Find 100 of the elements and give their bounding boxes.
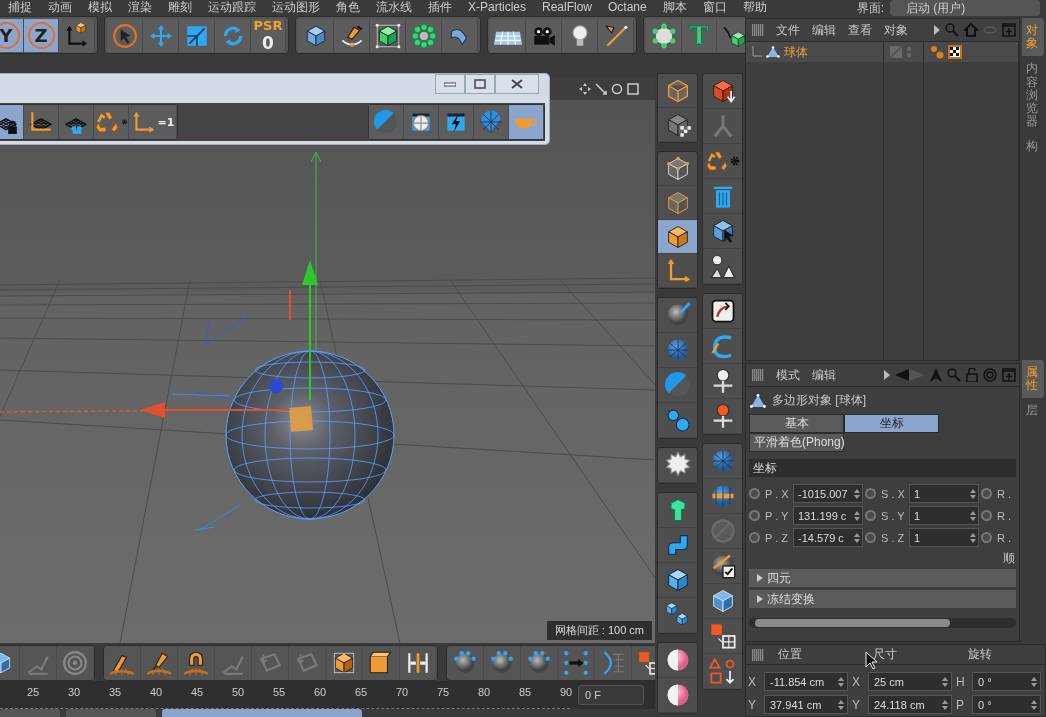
keyframe-radio[interactable] <box>749 488 760 499</box>
recycle-icon[interactable] <box>704 149 729 173</box>
keyframe-radio[interactable] <box>865 532 876 543</box>
menu-item[interactable]: 帮助 <box>734 0 775 14</box>
box-icon[interactable] <box>368 650 394 676</box>
spinner-icon[interactable] <box>1031 676 1037 687</box>
magnet-icon[interactable] <box>183 650 209 676</box>
number-field[interactable]: 24.118 cm <box>868 695 952 714</box>
menu-item[interactable]: 窗口 <box>694 0 735 14</box>
cube-mode-button[interactable] <box>658 220 697 254</box>
menu-item[interactable]: 编辑 <box>812 366 836 384</box>
attribute-tab[interactable]: 基本 <box>749 414 844 433</box>
keyframe-radio[interactable] <box>865 488 876 499</box>
spinner-icon[interactable] <box>838 699 844 710</box>
maximize-button[interactable] <box>465 74 495 94</box>
scrollbar-thumb[interactable] <box>755 619 950 627</box>
menu-item[interactable]: 捕捉 <box>0 0 40 14</box>
axis-lock-button[interactable]: Y <box>0 19 24 52</box>
spinner-icon[interactable] <box>970 488 976 499</box>
keyframe-radio[interactable] <box>981 532 992 543</box>
collapsible-group[interactable]: 四元 <box>749 569 1016 587</box>
maximize-icon[interactable] <box>627 83 639 95</box>
grip-icon[interactable] <box>752 648 764 661</box>
number-field[interactable]: -11.854 cm <box>764 672 848 691</box>
number-field[interactable]: 0 ° <box>972 695 1041 714</box>
visibility-toggle-icon[interactable] <box>890 45 914 59</box>
cup-button[interactable] <box>509 105 544 139</box>
menu-item[interactable]: 编辑 <box>812 21 836 39</box>
pen-icon[interactable] <box>602 22 629 49</box>
menu-item[interactable]: 模式 <box>776 366 800 384</box>
menu-item[interactable]: 动画 <box>40 0 80 14</box>
menu-item[interactable]: 运动跟踪 <box>200 0 264 14</box>
half-ball-icon[interactable] <box>663 371 692 399</box>
scrollbar[interactable] <box>749 618 1016 628</box>
psr-button[interactable]: PSR 0 <box>251 19 286 52</box>
texture-tag-icon[interactable] <box>948 45 962 59</box>
squares-icon[interactable] <box>708 622 737 650</box>
shapes-icon[interactable] <box>708 252 737 280</box>
number-field[interactable]: 1 <box>909 506 979 525</box>
expand-arrow-icon[interactable] <box>934 25 940 35</box>
attribute-tab[interactable]: 平滑着色(Phong) <box>749 433 844 452</box>
close-button[interactable] <box>495 74 539 94</box>
keyframe-radio[interactable] <box>981 510 992 521</box>
spinner-icon[interactable] <box>942 676 948 687</box>
spinner-icon[interactable] <box>838 676 844 687</box>
number-field[interactable]: -1015.007 <box>793 484 863 503</box>
node-cube-icon[interactable] <box>650 22 677 49</box>
keyframe-radio[interactable] <box>749 532 760 543</box>
spinner-icon[interactable] <box>970 532 976 543</box>
point-move-icon[interactable] <box>563 650 589 676</box>
menu-item[interactable]: 对象 <box>884 21 908 39</box>
menu-item[interactable]: RealFlow <box>534 0 601 14</box>
menu-item[interactable]: 角色 <box>328 0 368 14</box>
cursor-icon[interactable] <box>111 22 138 49</box>
layout-dropdown[interactable]: 启动 (用户) <box>890 0 1040 16</box>
number-field[interactable]: 37.941 cm <box>764 695 848 714</box>
menu-item[interactable]: 查看 <box>848 21 872 39</box>
number-field[interactable]: 1 <box>909 528 979 547</box>
spinner-icon[interactable] <box>970 510 976 521</box>
menu-item[interactable]: 渲染 <box>120 0 160 14</box>
y-axis-arrow[interactable] <box>302 260 318 401</box>
menu-item[interactable]: 文件 <box>776 21 800 39</box>
back-arrow-icon[interactable] <box>895 368 925 382</box>
spinner-icon[interactable] <box>854 488 860 499</box>
number-field[interactable]: 1 <box>909 484 979 503</box>
spinner-icon[interactable] <box>942 699 948 710</box>
menu-item[interactable]: X-Particles <box>460 0 534 14</box>
zoom-icon[interactable] <box>595 83 607 95</box>
spinner-icon[interactable] <box>1031 699 1037 710</box>
number-field[interactable]: 131.199 c <box>793 506 863 525</box>
keyframe-radio[interactable] <box>981 488 992 499</box>
menu-item[interactable]: 脚本 <box>654 0 695 14</box>
object-tree-item[interactable]: 球体 <box>746 42 883 62</box>
brush-icon[interactable] <box>146 650 172 676</box>
align-icon[interactable] <box>405 650 431 676</box>
triangles-icon[interactable] <box>708 657 737 685</box>
grip-icon[interactable] <box>752 24 764 36</box>
spinner-icon[interactable] <box>854 510 860 521</box>
grip-icon[interactable] <box>752 369 764 381</box>
number-field[interactable]: 25 cm <box>868 672 952 691</box>
keyframe-radio[interactable] <box>749 510 760 521</box>
cube-icon[interactable] <box>331 650 357 676</box>
collapsible-group[interactable]: 冻结变换 <box>749 590 1016 608</box>
orbit-icon[interactable] <box>611 83 623 95</box>
menu-item[interactable]: 雕刻 <box>160 0 200 14</box>
axis-lock-button[interactable]: Z <box>24 19 59 52</box>
attribute-tab[interactable]: 坐标 <box>844 414 939 433</box>
pan-icon[interactable] <box>579 83 591 95</box>
recycle-button[interactable] <box>94 105 129 139</box>
x-axis-arrow[interactable] <box>140 402 291 418</box>
menu-item[interactable]: Octane <box>600 0 655 14</box>
menu-item[interactable]: 插件 <box>420 0 460 14</box>
keyframe-radio[interactable] <box>865 510 876 521</box>
expand-arrow-icon[interactable] <box>884 370 890 380</box>
number-field[interactable]: -14.579 c <box>793 528 863 547</box>
number-field[interactable]: 0 ° <box>972 672 1041 691</box>
spinner-icon[interactable] <box>854 532 860 543</box>
frame-field[interactable]: 0 F <box>578 685 644 705</box>
cube-icon[interactable] <box>374 22 401 49</box>
menu-item[interactable]: 流水线 <box>368 0 420 14</box>
